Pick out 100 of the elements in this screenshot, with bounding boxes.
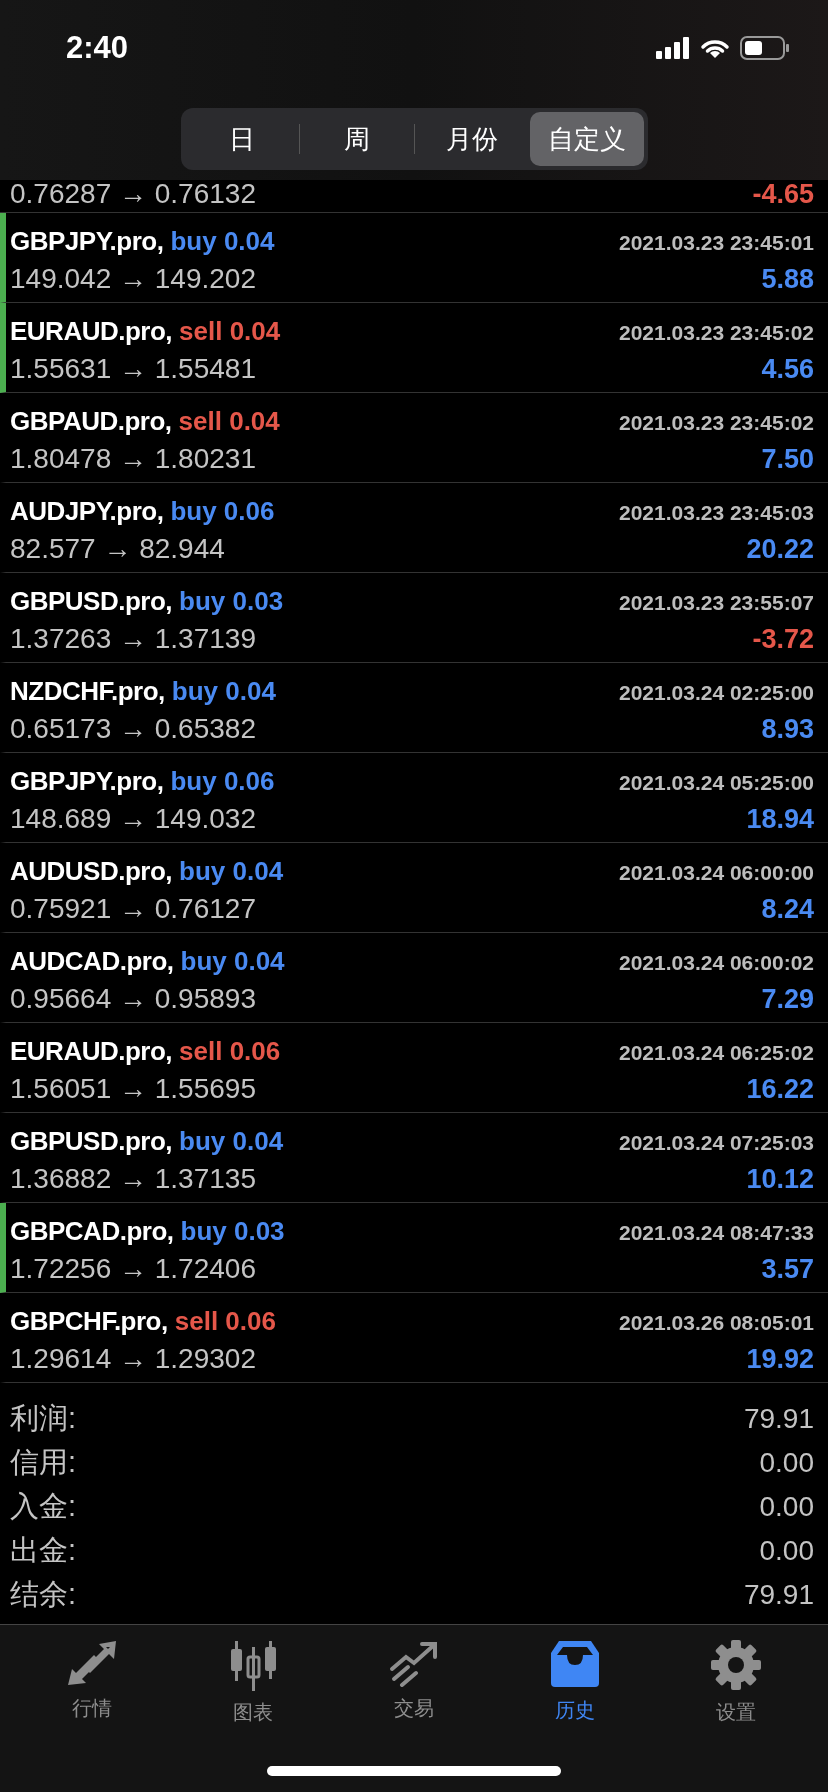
order-type: sell 0.06 <box>174 1306 276 1337</box>
trade-row[interactable]: GBPJPY.pro, buy 0.06 2021.03.24 05:25:00 148.689 → 149.032 18.94 <box>0 753 828 843</box>
battery-icon <box>740 36 790 60</box>
trade-symbol: GBPJPY.pro, <box>10 766 164 797</box>
profit-value: -3.72 <box>752 624 814 655</box>
trade-time: 2021.03.24 07:25:03 <box>619 1131 814 1155</box>
order-type: buy 0.04 <box>179 1126 284 1157</box>
profit-value: 4.56 <box>761 354 814 385</box>
tab-bar-item[interactable]: 行情 <box>32 1639 153 1722</box>
trade-row[interactable]: NZDCHF.pro, buy 0.04 2021.03.24 02:25:00 0.65173 → 0.65382 8.93 <box>0 663 828 753</box>
trade-symbol: GBPCAD.pro, <box>10 1216 174 1247</box>
profit-value: 5.88 <box>761 264 814 295</box>
settings-icon <box>709 1639 762 1691</box>
trade-row[interactable]: AUDJPY.pro, buy 0.06 2021.03.23 23:45:03 82.577 → 82.944 20.22 <box>0 483 828 573</box>
trade-time: 2021.03.24 06:00:00 <box>619 861 814 885</box>
trade-row[interactable]: AUDCAD.pro, buy 0.04 2021.03.24 06:00:02 0.95664 → 0.95893 7.29 <box>0 933 828 1023</box>
profit-value: 3.57 <box>761 1254 814 1285</box>
trade-symbol: EURAUD.pro, <box>10 316 173 347</box>
signal-icon <box>656 37 690 59</box>
trade-symbol: AUDJPY.pro, <box>10 496 164 527</box>
profit-value: -4.65 <box>752 180 814 210</box>
summary-value: 79.91 <box>743 1579 814 1611</box>
profit-value: 8.24 <box>761 894 814 925</box>
trade-row[interactable]: EURAUD.pro, sell 0.06 2021.03.24 06:25:02 1.56051 → 1.55695 16.22 <box>0 1023 828 1113</box>
trade-symbol: GBPUSD.pro, <box>10 1126 173 1157</box>
price-range: 0.65173 → 0.65382 <box>10 713 256 745</box>
trade-time: 2021.03.26 08:05:01 <box>619 1311 814 1335</box>
trade-row[interactable]: GBPJPY.pro, buy 0.04 2021.03.23 23:45:01 149.042 → 149.202 5.88 <box>0 213 828 303</box>
trade-time: 2021.03.24 06:25:02 <box>619 1041 814 1065</box>
price-range: 1.55631 → 1.55481 <box>10 353 256 385</box>
period-tab[interactable]: 周 <box>299 112 414 166</box>
price-range: 1.72256 → 1.72406 <box>10 1253 256 1285</box>
order-type: sell 0.04 <box>179 316 281 347</box>
summary-value: 79.91 <box>743 1403 814 1435</box>
summary-value: 0.00 <box>759 1491 814 1523</box>
trend-arrow-icon <box>388 1639 440 1687</box>
trade-symbol: GBPCHF.pro, <box>10 1306 168 1337</box>
order-type: buy 0.04 <box>180 946 285 977</box>
summary-value: 0.00 <box>759 1535 814 1567</box>
profit-value: 8.93 <box>761 714 814 745</box>
profit-value: 16.22 <box>746 1074 814 1105</box>
price-range: 148.689 → 149.032 <box>10 803 256 835</box>
price-range: 0.75921 → 0.76127 <box>10 893 256 925</box>
trade-row[interactable]: GBPCAD.pro, buy 0.03 2021.03.24 08:47:33 1.72256 → 1.72406 3.57 <box>0 1203 828 1293</box>
summary-label: 入金: <box>10 1489 77 1524</box>
trade-time: 2021.03.23 23:45:02 <box>619 321 814 345</box>
trade-row[interactable]: EURAUD.pro, sell 0.04 2021.03.23 23:45:02 1.55631 → 1.55481 4.56 <box>0 303 828 393</box>
profit-value: 19.92 <box>746 1344 814 1375</box>
trade-time: 2021.03.23 23:55:07 <box>619 591 814 615</box>
profit-value: 18.94 <box>746 804 814 835</box>
trade-row[interactable]: GBPUSD.pro, buy 0.03 2021.03.23 23:55:07 1.37263 → 1.37139 -3.72 <box>0 573 828 663</box>
order-type: buy 0.04 <box>170 226 275 257</box>
trade-symbol: GBPJPY.pro, <box>10 226 164 257</box>
price-range: 1.29614 → 1.29302 <box>10 1343 256 1375</box>
profit-value: 7.50 <box>761 444 814 475</box>
order-type: buy 0.04 <box>179 856 284 887</box>
tab-bar-item[interactable]: 交易 <box>354 1639 474 1722</box>
wifi-icon <box>700 37 730 59</box>
summary-label: 出金: <box>10 1533 77 1568</box>
trade-time: 2021.03.23 23:45:03 <box>619 501 814 525</box>
trade-row[interactable]: GBPCHF.pro, sell 0.06 2021.03.26 08:05:01 1.29614 → 1.29302 19.92 <box>0 1293 828 1383</box>
trade-symbol: EURAUD.pro, <box>10 1036 173 1067</box>
profit-value: 20.22 <box>746 534 814 565</box>
inbox-icon <box>548 1639 601 1689</box>
trade-time: 2021.03.24 02:25:00 <box>619 681 814 705</box>
order-type: sell 0.04 <box>178 406 280 437</box>
price-range: 0.95664 → 0.95893 <box>10 983 256 1015</box>
order-type: buy 0.04 <box>171 676 276 707</box>
summary-label: 结余: <box>10 1577 77 1612</box>
tab-bar-item[interactable]: 历史 <box>514 1639 635 1724</box>
diagonal-arrows-icon <box>66 1639 119 1687</box>
trade-symbol: AUDCAD.pro, <box>10 946 174 977</box>
trade-time: 2021.03.23 23:45:01 <box>619 231 814 255</box>
order-type: buy 0.06 <box>170 766 275 797</box>
trade-symbol: GBPAUD.pro, <box>10 406 172 437</box>
price-range: 1.37263 → 1.37139 <box>10 623 256 655</box>
trade-symbol: GBPUSD.pro, <box>10 586 173 617</box>
tab-bar-item[interactable]: 设置 <box>675 1639 796 1726</box>
trade-time: 2021.03.24 08:47:33 <box>619 1221 814 1245</box>
trade-time: 2021.03.23 23:45:02 <box>619 411 814 435</box>
trade-time: 2021.03.24 05:25:00 <box>619 771 814 795</box>
period-tab[interactable]: 日 <box>184 112 299 166</box>
trade-row[interactable]: AUDUSD.pro, buy 0.04 2021.03.24 06:00:00 0.75921 → 0.76127 8.24 <box>0 843 828 933</box>
period-tab[interactable]: 自定义 <box>529 112 644 166</box>
price-range: 1.80478 → 1.80231 <box>10 443 256 475</box>
trade-symbol: AUDUSD.pro, <box>10 856 173 887</box>
order-type: buy 0.06 <box>170 496 275 527</box>
period-tab[interactable]: 月份 <box>414 112 529 166</box>
price-range: 149.042 → 149.202 <box>10 263 256 295</box>
price-range: 0.76287 → 0.76132 <box>10 180 256 210</box>
order-type: buy 0.03 <box>180 1216 285 1247</box>
trade-row[interactable]: GBPAUD.pro, sell 0.04 2021.03.23 23:45:02 1.80478 → 1.80231 7.50 <box>0 393 828 483</box>
order-type: buy 0.03 <box>179 586 284 617</box>
trade-row[interactable]: GBPUSD.pro, buy 0.04 2021.03.24 07:25:03 1.36882 → 1.37135 10.12 <box>0 1113 828 1203</box>
profit-value: 10.12 <box>746 1164 814 1195</box>
trade-time: 2021.03.24 06:00:02 <box>619 951 814 975</box>
tab-bar-item[interactable]: 图表 <box>193 1639 314 1726</box>
price-range: 82.577 → 82.944 <box>10 533 225 565</box>
profit-value: 7.29 <box>761 984 814 1015</box>
price-range: 1.36882 → 1.37135 <box>10 1163 256 1195</box>
